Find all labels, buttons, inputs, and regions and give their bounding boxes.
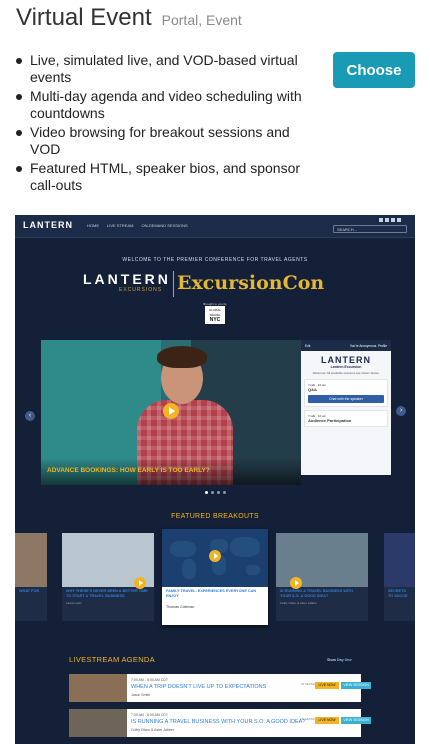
side-panel: Exit You're Anonymous. Profile LANTERN L… bbox=[301, 340, 391, 475]
side-logo: LANTERN bbox=[321, 355, 371, 365]
feature-list: Live, simulated live, and VOD-based virt… bbox=[16, 52, 316, 196]
agenda-speaker: Colby Olsen & Aster Jabber bbox=[131, 728, 174, 732]
breakout-carousel: WHAT FOR WHY THERE'S NEVER BEEN A BETTER… bbox=[15, 529, 415, 633]
agenda-time: 7:00 AM - 8:00 AM CDT bbox=[131, 713, 168, 717]
preview-nav-item: HOME bbox=[87, 223, 99, 228]
breakout-speaker: Colby Olsen & Aster Jabber bbox=[280, 601, 317, 605]
breakout-title: WHY THERE'S NEVER BEEN A BETTER TIME TO … bbox=[66, 589, 148, 598]
play-icon bbox=[290, 577, 302, 589]
view-session-button: VIEW SESSION bbox=[341, 682, 371, 689]
breakout-card: WHY THERE'S NEVER BEEN A BETTER TIME TO … bbox=[62, 533, 154, 621]
template-preview[interactable]: LANTERN HOME LIVE STREAM ON-DEMAND SESSI… bbox=[15, 215, 415, 744]
featured-breakouts-title: FEATURED BREAKOUTS bbox=[171, 513, 259, 520]
breakout-card: IS RUNNING A TRAVEL BUSINESS WITH YOUR S… bbox=[276, 533, 368, 621]
side-panel-top: Exit You're Anonymous. Profile bbox=[301, 340, 391, 351]
linkedin-icon bbox=[397, 218, 401, 222]
preview-logo: LANTERN bbox=[23, 220, 73, 230]
play-icon bbox=[163, 403, 179, 419]
twitter-icon bbox=[391, 218, 395, 222]
instagram-icon bbox=[379, 218, 383, 222]
agenda-show-value: Day One bbox=[337, 658, 352, 662]
title-row: Virtual Event Portal, Event bbox=[16, 4, 242, 32]
feature-item: Video browsing for breakout sessions and… bbox=[16, 124, 316, 158]
side-card-title: Audience Participation bbox=[308, 418, 352, 423]
sponsor-logo-bottom: NYC bbox=[209, 317, 221, 323]
preview-nav: HOME LIVE STREAM ON-DEMAND SESSIONS bbox=[87, 223, 188, 228]
feature-item: Live, simulated live, and VOD-based virt… bbox=[16, 52, 316, 86]
next-arrow-icon: › bbox=[396, 406, 406, 416]
sponsor-logo: GLOBAL TRAVEL NYC bbox=[205, 306, 225, 324]
agenda-row: 7:00 AM - 8:00 AM CDT WHEN A TRIP DOESN'… bbox=[69, 674, 371, 702]
agenda-thumbnail bbox=[69, 674, 127, 702]
play-icon bbox=[134, 577, 146, 589]
feature-text: Video browsing for breakout sessions and… bbox=[30, 124, 290, 157]
agenda-title: LIVESTREAM AGENDA bbox=[69, 655, 155, 664]
choose-button[interactable]: Choose bbox=[333, 52, 415, 88]
breakout-title: IS RUNNING A TRAVEL BUSINESS WITH YOUR S… bbox=[280, 589, 353, 598]
agenda-thumbnail bbox=[69, 709, 127, 737]
bullet-icon bbox=[16, 94, 22, 100]
breakout-card: WHAT FOR bbox=[15, 533, 47, 621]
breakout-card: SECRETS TO SUCCE bbox=[384, 533, 415, 621]
side-card-button: Chat with the speaker bbox=[308, 395, 384, 403]
sponsor-logo-top: GLOBAL TRAVEL bbox=[208, 308, 221, 317]
side-card-time: 7 talk · 10 am bbox=[308, 383, 327, 387]
side-name: Lantern Excursion bbox=[330, 365, 362, 369]
carousel-dots bbox=[205, 491, 226, 494]
prev-arrow-icon: ‹ bbox=[25, 411, 35, 421]
feature-item: Multi-day agenda and video scheduling wi… bbox=[16, 88, 316, 122]
agenda-session-title: WHEN A TRIP DOESN'T LIVE UP TO EXPECTATI… bbox=[131, 684, 267, 690]
brand-logo: LANTERN EXCURSIONS bbox=[83, 271, 173, 297]
breakout-speaker: Thomas Coleman bbox=[166, 605, 195, 609]
brand-logo-text: LANTERN bbox=[83, 271, 171, 287]
agenda-row: 7:00 AM - 8:00 AM CDT IS RUNNING A TRAVE… bbox=[69, 709, 371, 737]
breakout-title: SECRETS TO SUCCE bbox=[388, 589, 408, 598]
feature-item: Featured HTML, speaker bios, and sponsor… bbox=[16, 160, 316, 194]
hero-video bbox=[41, 340, 301, 485]
agenda-time: 7:00 AM - 8:00 AM CDT bbox=[131, 678, 168, 682]
facebook-icon bbox=[385, 218, 389, 222]
side-note: Welcome! All available sessions are show… bbox=[312, 371, 380, 375]
hero-caption: ADVANCE BOOKINGS: HOW EARLY IS TOO EARLY… bbox=[47, 467, 210, 474]
preview-search: SEARCH... bbox=[333, 225, 407, 233]
page-title: Virtual Event bbox=[16, 4, 152, 31]
side-card: 7 talk · 10 am Audience Participation bbox=[304, 410, 388, 427]
breakout-title: WHAT FOR bbox=[19, 589, 40, 593]
agenda-day-select: Show Day One bbox=[327, 658, 352, 662]
brand-divider bbox=[173, 271, 174, 297]
side-card: 7 talk · 10 am Q&A Chat with the speaker bbox=[304, 379, 388, 407]
side-exit: Exit bbox=[305, 343, 311, 348]
breakout-speaker: Laura Lavin bbox=[66, 601, 82, 605]
preview-nav-item: LIVE STREAM bbox=[107, 223, 134, 228]
feature-text: Live, simulated live, and VOD-based virt… bbox=[30, 52, 298, 85]
live-now-badge: LIVE NOW bbox=[315, 682, 339, 689]
preview-topbar: LANTERN HOME LIVE STREAM ON-DEMAND SESSI… bbox=[15, 215, 415, 238]
breakout-title: FAMILY TRAVEL: EXPERIENCES EVERYONE CAN … bbox=[166, 589, 257, 598]
bullet-icon bbox=[16, 58, 22, 64]
page-subtitle: Portal, Event bbox=[161, 12, 242, 28]
feature-text: Multi-day agenda and video scheduling wi… bbox=[30, 88, 302, 121]
brand-logo-sub: EXCURSIONS bbox=[119, 287, 163, 293]
agenda-show-label: Show bbox=[327, 658, 336, 662]
preview-nav-item: ON-DEMAND SESSIONS bbox=[141, 223, 188, 228]
bullet-icon bbox=[16, 130, 22, 136]
world-map-image bbox=[162, 529, 268, 587]
view-session-button: VIEW SESSION bbox=[341, 717, 371, 724]
side-card-title: Q&A bbox=[308, 387, 317, 392]
feature-text: Featured HTML, speaker bios, and sponsor… bbox=[30, 160, 301, 193]
event-title: ExcursionCon bbox=[177, 272, 325, 294]
play-icon bbox=[209, 550, 221, 562]
preview-welcome: WELCOME TO THE PREMIER CONFERENCE FOR TR… bbox=[122, 257, 308, 263]
agenda-session-title: IS RUNNING A TRAVEL BUSINESS WITH YOUR S… bbox=[131, 719, 306, 725]
bullet-icon bbox=[16, 166, 22, 172]
side-user: You're Anonymous. Profile bbox=[349, 343, 387, 348]
social-icons bbox=[379, 218, 401, 222]
agenda-speaker: Jason Smith bbox=[131, 693, 151, 697]
breakout-card-featured: FAMILY TRAVEL: EXPERIENCES EVERYONE CAN … bbox=[162, 529, 268, 625]
live-now-badge: LIVE NOW bbox=[315, 717, 339, 724]
